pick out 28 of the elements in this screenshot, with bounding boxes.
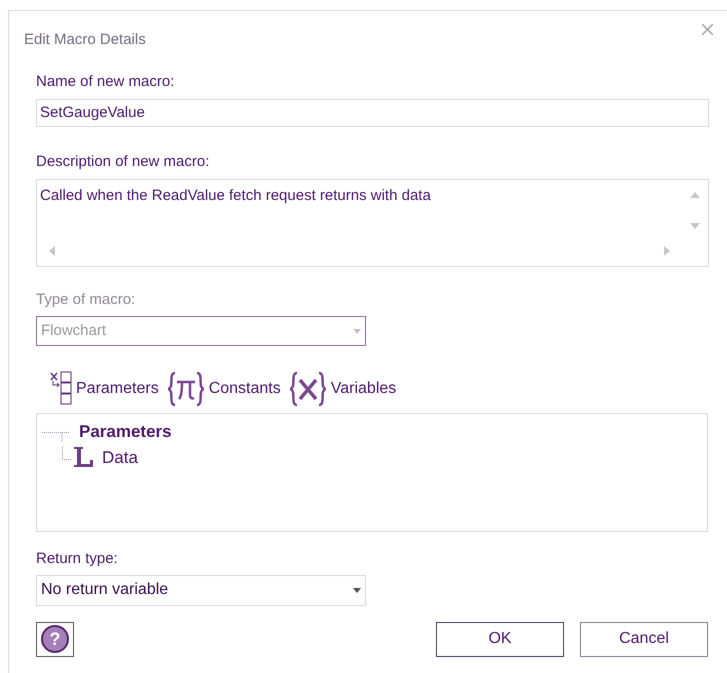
dialog-button[interactable]: Cancel bbox=[580, 622, 708, 656]
field-label: Description of new macro: bbox=[36, 152, 210, 172]
dialog-button[interactable]: OK bbox=[436, 622, 564, 656]
parameter-list-icon bbox=[50, 371, 72, 407]
scroll-left-icon[interactable] bbox=[49, 246, 55, 256]
return-type-dropdown[interactable]: No return variable bbox=[36, 574, 366, 606]
scroll-right-icon[interactable] bbox=[664, 246, 670, 256]
field-label: Name of new macro: bbox=[36, 72, 174, 92]
toolbar-button[interactable]: Parameters bbox=[50, 370, 159, 408]
dropdown-caret-icon bbox=[353, 588, 361, 592]
x-braces-icon bbox=[288, 371, 327, 407]
tree-item[interactable]: Parameters bbox=[79, 419, 172, 444]
scroll-up-icon[interactable] bbox=[690, 192, 700, 198]
field-label: Return type: bbox=[36, 549, 118, 569]
description-text-area[interactable]: Called when the ReadValue fetch request returns with data bbox=[36, 178, 709, 266]
field-label: Type of macro: bbox=[36, 290, 136, 310]
toolbar-button[interactable]: Constants bbox=[166, 370, 281, 408]
toolbar-button[interactable]: Variables bbox=[288, 370, 396, 408]
dropdown-caret-icon bbox=[353, 328, 361, 334]
window-title: Edit Macro Details bbox=[24, 30, 146, 50]
scroll-down-icon[interactable] bbox=[690, 222, 700, 228]
pi-braces-icon bbox=[166, 371, 205, 407]
tree-item[interactable]: Data bbox=[102, 444, 138, 470]
l-letter-icon bbox=[72, 446, 94, 468]
tree-connector-icon bbox=[62, 446, 72, 460]
name-input-field[interactable]: SetGaugeValue bbox=[36, 99, 709, 127]
tree-connector-icon bbox=[42, 432, 70, 442]
close-icon[interactable] bbox=[702, 24, 713, 35]
